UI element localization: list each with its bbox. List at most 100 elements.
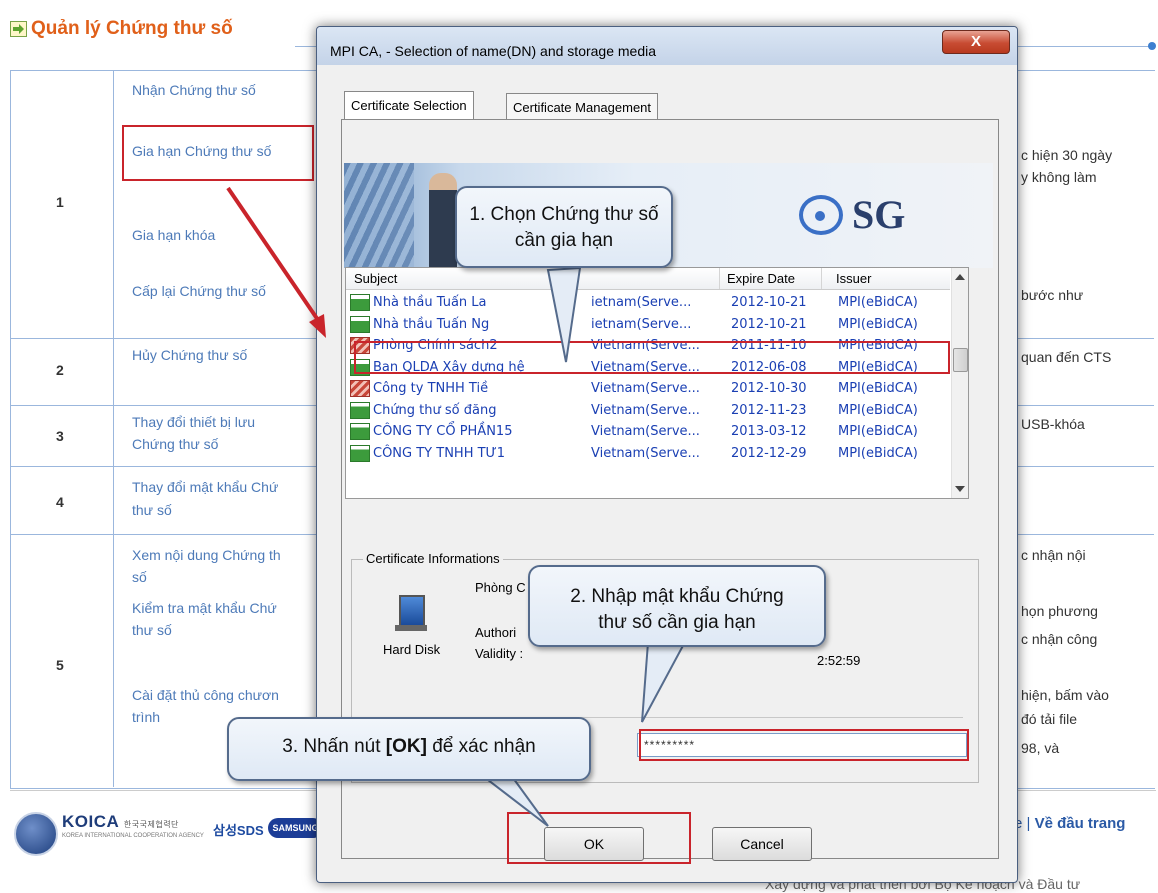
mpi-logo [14,812,58,856]
row-number: 5 [56,657,64,673]
cancel-button[interactable]: Cancel [712,827,812,861]
link-view-cert[interactable]: Xem nội dung Chứng th [132,545,281,566]
link-check-password-2[interactable]: thư số [132,620,172,641]
renew-cert-highlight [122,125,314,181]
column-subject[interactable]: Subject [354,271,397,286]
footer-top-link-wrap: e | Về đầu trang [1014,815,1125,832]
samsung-sds-logo: 삼성SDS [213,823,264,838]
link-change-device[interactable]: Thay đổi thiết bị lưu [132,412,255,433]
info-authority-label: Authori [475,625,517,640]
row-expire: 2012-11-23 [731,402,807,418]
link-renew-key[interactable]: Gia hạn khóa [132,225,215,246]
desc-text: c hiện 30 ngày [1021,147,1113,163]
row-org: ietnam(Serve... [591,295,692,310]
link-change-password-2[interactable]: thư số [132,500,172,521]
tab-certificate-management[interactable]: Certificate Management [506,93,659,121]
certificate-row[interactable]: CÔNG TY TNHH TƯ1 Vietnam(Serve... 2012-12-… [346,443,950,464]
certificate-list[interactable]: Subject Expire Date Issuer Nhà thầu Tuấn… [345,267,969,499]
column-expire-date[interactable]: Expire Date [727,271,795,286]
back-to-top-link[interactable]: Về đầu trang [1035,815,1126,832]
row-expire: 2012-10-21 [731,316,807,332]
hard-disk-icon-base [395,625,427,631]
selected-row-highlight [354,341,950,374]
tab-certificate-selection[interactable]: Certificate Selection [344,91,474,121]
certificate-row[interactable]: Chứng thư số đăng Vietnam(Serve... 2012-11… [346,400,950,421]
scroll-down-icon[interactable] [955,485,965,493]
row-subject: Nhà thầu Tuấn Ng [373,316,490,332]
title-dot [1148,42,1156,50]
koica-label: KOICA [62,812,119,831]
certificate-row[interactable]: CÔNG TY CỔ PHẦN15 Vietnam(Serve... 2013-03… [346,421,950,442]
desc-text: 98, và [1021,740,1060,756]
password-highlight [639,729,969,761]
row-issuer: MPI(eBidCA) [838,316,918,332]
building-image [344,163,414,268]
certificate-row[interactable]: Nhà thầu Tuấn Ng ietnam(Serve... 2012-10-2… [346,314,950,335]
info-subject: Phòng C [475,580,526,595]
koica-korean: 한국국제협력단 [123,820,179,829]
step3-bold: [OK] [385,736,427,757]
storage-label: Hard Disk [383,642,441,657]
sg-logo-text: SG [852,192,906,237]
certificate-info-label: Certificate Informations [363,551,503,566]
certificate-icon [350,315,370,333]
desc-text: c nhận nội [1021,547,1086,563]
row-issuer: MPI(eBidCA) [838,424,918,439]
row-org: Vietnam(Serve... [591,424,700,439]
row-issuer: MPI(eBidCA) [838,381,918,396]
certificate-icon [350,423,370,440]
desc-text: họn phương [1021,603,1098,619]
column-issuer[interactable]: Issuer [836,271,871,286]
link-manual-install[interactable]: Cài đặt thủ công chươn [132,685,279,706]
link-change-device-2[interactable]: Chứng thư số [132,434,218,455]
dialog-title: MPI CA, - Selection of name(DN) and stor… [330,43,657,59]
scroll-up-icon[interactable] [955,273,965,281]
row-number: 3 [56,428,64,444]
link-view-cert-2[interactable]: số [132,567,147,588]
row-subject: Chứng thư số đăng [373,402,497,418]
koica-logo: KOICA 한국국제협력단 [62,812,179,832]
link-manual-install-2[interactable]: trình [132,707,160,728]
table-col-divider [113,70,114,787]
scroll-thumb[interactable] [953,348,968,372]
row-expire: 2012-10-21 [731,295,807,310]
ok-button-highlight [507,812,691,864]
link-check-password[interactable]: Kiểm tra mật khẩu Chứ [132,598,277,619]
certificate-icon [350,444,370,462]
arrow-right-icon [10,21,27,37]
certificate-icon [350,294,370,311]
link-receive-cert[interactable]: Nhận Chứng thư số [132,80,256,101]
desc-text: quan đến CTS [1021,349,1112,365]
row-issuer: MPI(eBidCA) [838,402,918,418]
callout-step-3: 3. Nhấn nút [OK] để xác nhận [227,717,591,781]
desc-text: hiện, bấm vào [1021,687,1109,703]
step3-suffix: để xác nhận [426,736,536,757]
page-title: Quản lý Chứng thư số [10,18,233,40]
column-separator [719,268,720,289]
info-validity-time: 2:52:59 [817,653,861,668]
desc-text: y không làm [1021,169,1097,185]
desc-text: bước như [1021,287,1084,303]
certificate-row[interactable]: Công ty TNHH Tiề Vietnam(Serve... 2012-10-… [346,378,950,399]
row-issuer: MPI(eBidCA) [838,445,918,461]
row-org: ietnam(Serve... [591,316,692,332]
row-expire: 2012-10-30 [731,381,807,396]
expired-certificate-icon [350,380,370,397]
row-expire: 2013-03-12 [731,424,807,439]
samsung-logo: SAMSUNG [268,818,323,838]
row-subject: Nhà thầu Tuấn La [373,295,487,310]
link-change-password[interactable]: Thay đổi mật khẩu Chứ [132,477,278,498]
desc-text: c nhận công [1021,631,1098,647]
row-number: 4 [56,494,64,510]
list-scrollbar[interactable] [951,268,968,498]
row-org: Vietnam(Serve... [591,445,700,461]
step3-prefix: 3. Nhấn nút [282,736,386,757]
row-subject: CÔNG TY CỔ PHẦN15 [373,424,513,439]
certificate-row[interactable]: Nhà thầu Tuấn La ietnam(Serve... 2012-10-2… [346,292,950,313]
link-revoke-cert[interactable]: Hủy Chứng thư số [132,345,247,366]
close-button[interactable]: X [942,30,1010,54]
link-reissue-cert[interactable]: Cấp lại Chứng thư số [132,281,266,302]
certificate-icon [350,401,370,419]
row-number: 2 [56,362,64,378]
callout-step-2: 2. Nhập mật khẩu Chứng thư số cần gia hạ… [528,565,826,647]
